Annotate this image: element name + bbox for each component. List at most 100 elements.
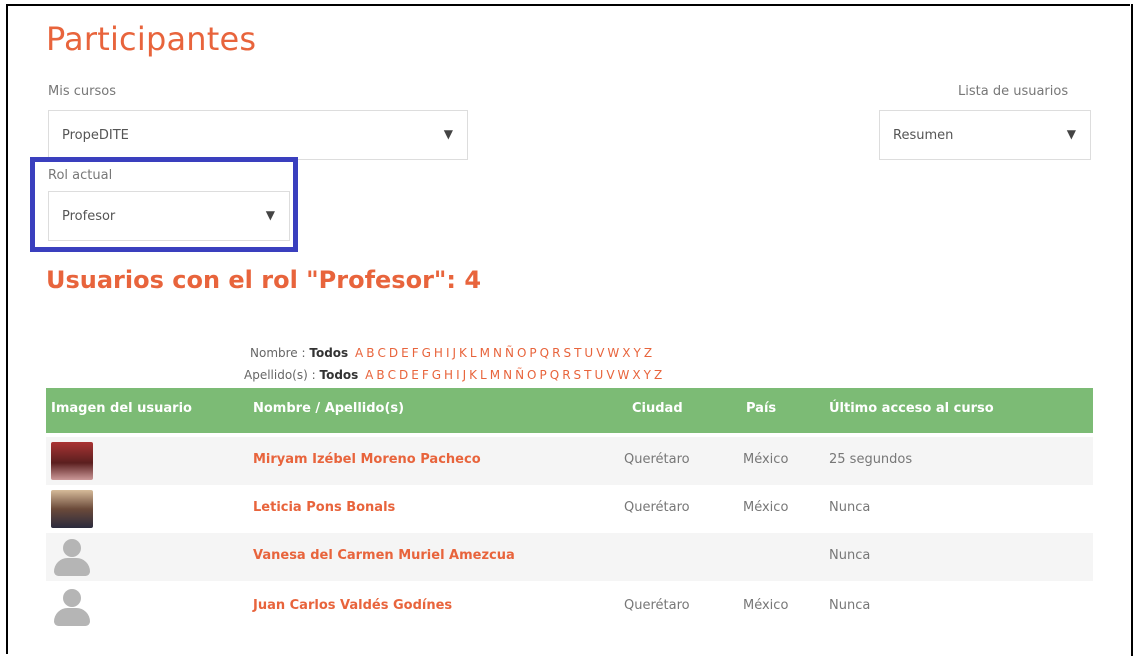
first-name-letter-ñ[interactable]: Ñ (505, 346, 514, 360)
header-last-access[interactable]: Último acceso al curso (829, 401, 994, 416)
last-name-letter-i[interactable]: I (456, 368, 460, 382)
lista-usuarios-label: Lista de usuarios (958, 84, 1069, 99)
first-name-filter-all[interactable]: Todos (309, 346, 348, 360)
header-country[interactable]: País (746, 401, 776, 416)
first-name-letter-j[interactable]: J (453, 346, 457, 360)
first-name-letter-f[interactable]: F (412, 346, 419, 360)
mis-cursos-label: Mis cursos (48, 84, 116, 99)
first-name-filter-label: Nombre : (250, 346, 306, 360)
last-name-letter-c[interactable]: C (388, 368, 396, 382)
first-name-letter-c[interactable]: C (377, 346, 385, 360)
user-city: Querétaro (624, 598, 690, 613)
header-image: Imagen del usuario (51, 401, 192, 416)
last-name-letter-m[interactable]: M (490, 368, 500, 382)
first-name-letter-o[interactable]: O (517, 346, 526, 360)
last-name-letters: ABCDEFGHIJKLMNÑOPQRSTUVWXYZ (362, 368, 662, 382)
last-name-filter-label: Apellido(s) : (244, 368, 316, 382)
screenshot-frame-right (1131, 4, 1133, 656)
user-avatar[interactable] (51, 442, 93, 480)
user-avatar[interactable] (51, 490, 93, 528)
first-name-letter-g[interactable]: G (422, 346, 431, 360)
role-heading: Usuarios con el rol "Profesor": 4 (46, 266, 482, 294)
last-name-letter-k[interactable]: K (469, 368, 477, 382)
user-last-access: Nunca (829, 598, 871, 613)
first-name-letter-s[interactable]: S (563, 346, 571, 360)
last-name-letter-l[interactable]: L (480, 368, 487, 382)
last-name-letter-p[interactable]: P (540, 368, 547, 382)
header-name[interactable]: Nombre / Apellido(s) (253, 401, 404, 416)
first-name-letter-e[interactable]: E (401, 346, 409, 360)
user-last-access: Nunca (829, 548, 871, 563)
first-name-letter-y[interactable]: Y (634, 346, 641, 360)
last-name-letter-q[interactable]: Q (550, 368, 559, 382)
mis-cursos-value: PropeDITE (62, 127, 129, 143)
first-name-letter-t[interactable]: T (574, 346, 581, 360)
chevron-down-icon: ▼ (443, 127, 453, 141)
chevron-down-icon: ▼ (1066, 127, 1076, 141)
last-name-letter-y[interactable]: Y (644, 368, 651, 382)
default-user-icon[interactable] (51, 588, 93, 626)
last-name-letter-b[interactable]: B (376, 368, 384, 382)
user-name-link[interactable]: Miryam Izébel Moreno Pacheco (253, 452, 481, 467)
user-name-link[interactable]: Juan Carlos Valdés Godínes (253, 598, 452, 613)
last-name-letter-v[interactable]: V (606, 368, 614, 382)
first-name-letter-l[interactable]: L (470, 346, 477, 360)
last-name-letter-x[interactable]: X (632, 368, 640, 382)
first-name-letter-r[interactable]: R (552, 346, 560, 360)
first-name-letter-u[interactable]: U (584, 346, 593, 360)
table-header: Imagen del usuario Nombre / Apellido(s) … (46, 388, 1093, 433)
default-user-icon[interactable] (51, 538, 93, 576)
first-name-letter-x[interactable]: X (622, 346, 630, 360)
user-last-access: 25 segundos (829, 452, 913, 467)
first-name-letter-b[interactable]: B (366, 346, 374, 360)
last-name-letter-n[interactable]: N (503, 368, 512, 382)
user-last-access: Nunca (829, 500, 871, 515)
first-name-letter-i[interactable]: I (446, 346, 450, 360)
user-city: Querétaro (624, 452, 690, 467)
user-name-link[interactable]: Vanesa del Carmen Muriel Amezcua (253, 548, 515, 563)
first-name-letter-a[interactable]: A (355, 346, 363, 360)
table-row: Vanesa del Carmen Muriel Amezcua Nunca (46, 533, 1093, 581)
first-name-letter-n[interactable]: N (493, 346, 502, 360)
last-name-letter-g[interactable]: G (432, 368, 441, 382)
user-country: México (743, 598, 789, 613)
last-name-filter-all[interactable]: Todos (319, 368, 358, 382)
user-name-link[interactable]: Leticia Pons Bonals (253, 500, 395, 515)
last-name-letter-e[interactable]: E (411, 368, 419, 382)
last-name-letter-f[interactable]: F (422, 368, 429, 382)
highlight-box (30, 157, 298, 252)
first-name-letter-p[interactable]: P (529, 346, 536, 360)
mis-cursos-select[interactable]: PropeDITE ▼ (48, 110, 468, 160)
last-name-letter-d[interactable]: D (399, 368, 408, 382)
page-title: Participantes (46, 20, 257, 58)
last-name-letter-j[interactable]: J (463, 368, 467, 382)
header-city[interactable]: Ciudad (632, 401, 683, 416)
last-name-letter-z[interactable]: Z (654, 368, 662, 382)
first-name-letter-h[interactable]: H (434, 346, 443, 360)
last-name-letter-u[interactable]: U (595, 368, 604, 382)
table-row: Miryam Izébel Moreno Pacheco Querétaro M… (46, 437, 1093, 485)
last-name-letter-r[interactable]: R (562, 368, 570, 382)
last-name-letter-a[interactable]: A (365, 368, 373, 382)
last-name-letter-ñ[interactable]: Ñ (515, 368, 524, 382)
table-row: Juan Carlos Valdés Godínes Querétaro Méx… (46, 583, 1093, 631)
user-country: México (743, 452, 789, 467)
first-name-filter: Nombre : Todos ABCDEFGHIJKLMNÑOPQRSTUVWX… (250, 346, 652, 360)
first-name-letter-m[interactable]: M (480, 346, 490, 360)
last-name-letter-o[interactable]: O (527, 368, 536, 382)
user-city: Querétaro (624, 500, 690, 515)
first-name-letter-k[interactable]: K (459, 346, 467, 360)
first-name-letter-w[interactable]: W (607, 346, 619, 360)
first-name-letter-z[interactable]: Z (644, 346, 652, 360)
last-name-letter-t[interactable]: T (584, 368, 591, 382)
last-name-letter-w[interactable]: W (618, 368, 630, 382)
first-name-letters: ABCDEFGHIJKLMNÑOPQRSTUVWXYZ (352, 346, 652, 360)
first-name-letter-q[interactable]: Q (540, 346, 549, 360)
lista-usuarios-select[interactable]: Resumen ▼ (879, 110, 1091, 160)
last-name-filter: Apellido(s) : Todos ABCDEFGHIJKLMNÑOPQRS… (244, 368, 662, 382)
last-name-letter-h[interactable]: H (444, 368, 453, 382)
last-name-letter-s[interactable]: S (574, 368, 582, 382)
first-name-letter-v[interactable]: V (596, 346, 604, 360)
first-name-letter-d[interactable]: D (389, 346, 398, 360)
user-country: México (743, 500, 789, 515)
